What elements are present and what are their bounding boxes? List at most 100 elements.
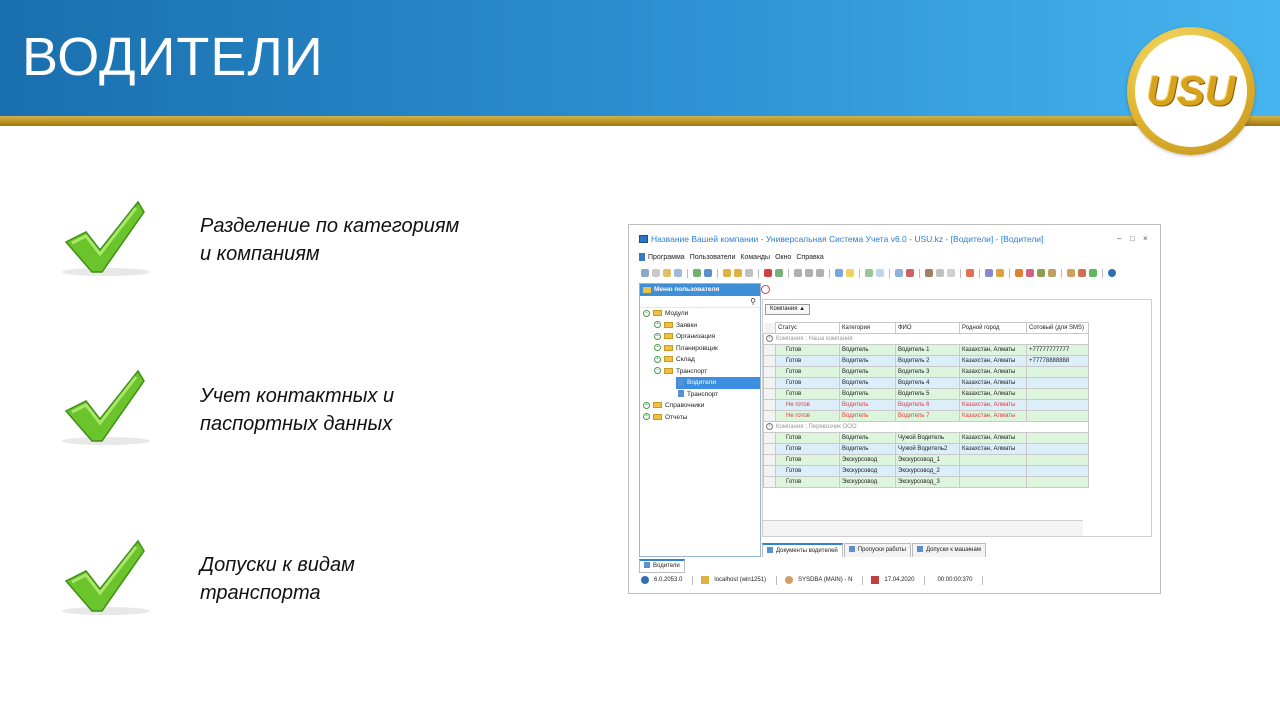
table-cell[interactable]: Казахстан, Алматы (959, 432, 1027, 444)
table-cell[interactable]: Чужой Водитель2 (895, 443, 960, 455)
expand-icon[interactable]: + (654, 332, 661, 340)
table-cell[interactable]: Казахстан, Алматы (959, 410, 1027, 422)
table-cell[interactable]: Водитель 5 (895, 388, 960, 400)
table-cell[interactable]: Казахстан, Алматы (959, 399, 1027, 411)
collapse-icon[interactable]: – (654, 367, 661, 375)
tab-vehicle-permits[interactable]: Допуски к машинам (911, 543, 986, 557)
tree-item-drivers[interactable]: Водители (676, 377, 760, 389)
tree-item-references[interactable]: + Справочники (640, 400, 760, 412)
table-cell[interactable]: Водитель 7 (895, 410, 960, 422)
menu-commands[interactable]: Команды (740, 254, 770, 261)
tree-item-vehicles[interactable]: Транспорт (640, 389, 760, 401)
table-cell[interactable]: Водитель (839, 443, 896, 455)
table-cell[interactable]: Экскурсовод_1 (895, 454, 960, 466)
toolbar-icon[interactable] (745, 269, 753, 277)
table-row[interactable]: Готов Экскурсовод Экскурсовод_3 (763, 476, 1089, 488)
toolbar-icon[interactable] (1026, 269, 1034, 277)
table-cell[interactable]: +77777777777 (1026, 344, 1089, 356)
tab-work-absences[interactable]: Пропуски работы (843, 543, 911, 557)
expand-icon[interactable]: + (654, 344, 661, 352)
column-header-category[interactable]: Категория (839, 322, 896, 334)
table-cell[interactable]: Готов (775, 454, 840, 466)
toolbar-icon[interactable] (1089, 269, 1097, 277)
column-header-name[interactable]: ФИО (895, 322, 960, 334)
toolbar-icon[interactable] (835, 269, 843, 277)
toolbar-icon[interactable] (663, 269, 671, 277)
menu-users[interactable]: Пользователи (690, 254, 736, 261)
table-row[interactable]: Не готов Водитель Водитель 7 Казахстан, Алм… (763, 410, 1089, 422)
table-cell[interactable]: Казахстан, Алматы (959, 344, 1027, 356)
tree-item-transport[interactable]: – Транспорт (640, 366, 760, 378)
table-row[interactable]: Готов Водитель Чужой Водитель Казахстан, Ал… (763, 432, 1089, 444)
toolbar-icon[interactable] (876, 269, 884, 277)
table-row[interactable]: Не готов Водитель Водитель 6 Казахстан, Алм… (763, 399, 1089, 411)
column-header-phone[interactable]: Сотовый (для SMS) (1026, 322, 1089, 334)
table-cell[interactable]: Казахстан, Алматы (959, 388, 1027, 400)
tree-item-reports[interactable]: + Отчеты (640, 412, 760, 424)
tree-item-requests[interactable]: + Заявки (640, 320, 760, 332)
table-cell[interactable]: Водитель 6 (895, 399, 960, 411)
table-cell[interactable]: Водитель 2 (895, 355, 960, 367)
toolbar-icon[interactable] (985, 269, 993, 277)
table-cell[interactable] (1026, 465, 1089, 477)
toolbar-icon[interactable] (947, 269, 955, 277)
maximize-button[interactable]: □ (1130, 234, 1135, 243)
column-header-status[interactable]: Статус (775, 322, 840, 334)
table-cell[interactable]: Казахстан, Алматы (959, 355, 1027, 367)
toolbar-icon[interactable] (805, 269, 813, 277)
group-by-company[interactable]: Компания ▲ (765, 304, 811, 315)
tree-item-planner[interactable]: + Планировщик (640, 343, 760, 355)
group-row[interactable]: × Компания : Наша компания (763, 333, 1089, 345)
mdi-tab-drivers[interactable]: Водители (639, 559, 685, 573)
toolbar-icon[interactable] (704, 269, 712, 277)
table-cell[interactable] (1026, 476, 1089, 488)
table-cell[interactable] (959, 476, 1027, 488)
table-row[interactable]: Готов Экскурсовод Экскурсовод_1 (763, 454, 1089, 466)
stop-icon[interactable] (761, 285, 770, 294)
table-cell[interactable] (1026, 443, 1089, 455)
table-cell[interactable] (959, 465, 1027, 477)
table-cell[interactable]: Водитель (839, 366, 896, 378)
table-cell[interactable] (1026, 432, 1089, 444)
table-row[interactable]: Готов Водитель Водитель 5 Казахстан, Алматы (763, 388, 1089, 400)
table-cell[interactable]: Водитель (839, 432, 896, 444)
table-cell[interactable]: Готов (775, 366, 840, 378)
toolbar-icon[interactable] (996, 269, 1004, 277)
table-row[interactable]: Готов Водитель Чужой Водитель2 Казахстан, А… (763, 443, 1089, 455)
toolbar-icon[interactable] (1048, 269, 1056, 277)
table-cell[interactable]: Готов (775, 355, 840, 367)
table-cell[interactable]: Чужой Водитель (895, 432, 960, 444)
table-cell[interactable]: Экскурсовод_3 (895, 476, 960, 488)
table-cell[interactable]: Готов (775, 344, 840, 356)
table-cell[interactable]: Казахстан, Алматы (959, 377, 1027, 389)
table-cell[interactable]: Готов (775, 432, 840, 444)
toolbar-icon[interactable] (895, 269, 903, 277)
table-row[interactable]: Готов Водитель Водитель 3 Казахстан, Алматы (763, 366, 1089, 378)
toolbar-icon[interactable] (1037, 269, 1045, 277)
toolbar-icon[interactable] (816, 269, 824, 277)
table-cell[interactable]: Водитель 4 (895, 377, 960, 389)
toolbar-icon[interactable] (641, 269, 649, 277)
collapse-icon[interactable]: – (643, 309, 650, 317)
table-cell[interactable]: Водитель 3 (895, 366, 960, 378)
table-cell[interactable]: Водитель (839, 377, 896, 389)
toolbar-icon[interactable] (865, 269, 873, 277)
toolbar-icon[interactable] (652, 269, 660, 277)
toolbar-icon[interactable] (775, 269, 783, 277)
table-row[interactable]: Готов Водитель Водитель 4 Казахстан, Алматы (763, 377, 1089, 389)
table-cell[interactable]: Экскурсовод (839, 476, 896, 488)
table-cell[interactable]: Экскурсовод_2 (895, 465, 960, 477)
table-cell[interactable] (1026, 399, 1089, 411)
column-header-city[interactable]: Родной город (959, 322, 1027, 334)
group-row[interactable]: × Компания : Перевозчик ООО (763, 421, 1089, 433)
table-row[interactable]: Готов Экскурсовод Экскурсовод_2 (763, 465, 1089, 477)
menu-search[interactable]: ⚲ (640, 296, 760, 308)
table-cell[interactable]: Экскурсовод (839, 454, 896, 466)
close-button[interactable]: × (1143, 234, 1148, 243)
table-cell[interactable] (1026, 454, 1089, 466)
toolbar-icon[interactable] (693, 269, 701, 277)
tree-item-modules[interactable]: – Модули (640, 308, 760, 320)
toolbar-icon[interactable] (1015, 269, 1023, 277)
table-cell[interactable] (959, 454, 1027, 466)
table-cell[interactable]: Не готов (775, 399, 840, 411)
